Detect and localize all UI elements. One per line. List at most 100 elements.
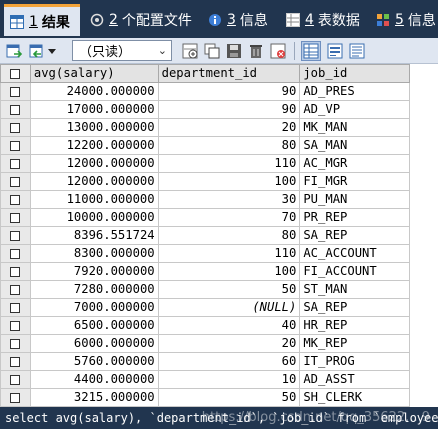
table-cell[interactable]: 110	[157, 244, 301, 263]
table-cell[interactable]: AC_ACCOUNT	[299, 244, 411, 263]
table-cell[interactable]: FI_MGR	[299, 172, 411, 191]
table-cell[interactable]: 12000.000000	[29, 172, 159, 191]
table-cell[interactable]: MK_MAN	[299, 118, 411, 137]
table-cell[interactable]: SH_CLERK	[299, 388, 411, 407]
table-row[interactable]: 4400.000000 10 AD_ASST	[0, 370, 438, 389]
table-row[interactable]: 8396.551724 80 SA_REP	[0, 226, 438, 245]
table-cell[interactable]: 13000.000000	[29, 118, 159, 137]
table-row[interactable]: 10000.000000 70 PR_REP	[0, 208, 438, 227]
table-row[interactable]: 3215.000000 50 SH_CLERK	[0, 388, 438, 407]
table-cell[interactable]: 80	[157, 136, 301, 155]
text-view-icon[interactable]	[347, 41, 367, 61]
row-checkbox[interactable]	[0, 352, 31, 371]
table-cell[interactable]: 70	[157, 208, 301, 227]
table-row[interactable]: 12200.000000 80 SA_MAN	[0, 136, 438, 155]
table-cell[interactable]: AC_MGR	[299, 154, 411, 173]
table-cell[interactable]: 10	[157, 370, 301, 389]
tab-results[interactable]: 1 结果	[4, 4, 80, 36]
table-cell[interactable]: 4400.000000	[29, 370, 159, 389]
table-cell[interactable]: 80	[157, 226, 301, 245]
save-icon[interactable]	[224, 41, 244, 61]
table-cell[interactable]: SA_REP	[299, 226, 411, 245]
table-cell[interactable]: 50	[157, 280, 301, 299]
table-row[interactable]: 12000.000000 110 AC_MGR	[0, 154, 438, 173]
table-row[interactable]: 8300.000000 110 AC_ACCOUNT	[0, 244, 438, 263]
row-checkbox[interactable]	[0, 388, 31, 407]
table-cell[interactable]: 100	[157, 262, 301, 281]
table-cell[interactable]: FI_ACCOUNT	[299, 262, 411, 281]
table-cell[interactable]: IT_PROG	[299, 352, 411, 371]
row-checkbox[interactable]	[0, 100, 31, 119]
duplicate-row-icon[interactable]	[202, 41, 222, 61]
row-checkbox[interactable]	[0, 316, 31, 335]
table-cell[interactable]: AD_ASST	[299, 370, 411, 389]
table-cell[interactable]: 12000.000000	[29, 154, 159, 173]
tab-profiles[interactable]: 2 个配置文件	[84, 4, 200, 36]
row-checkbox[interactable]	[0, 334, 31, 353]
table-row[interactable]: 7920.000000 100 FI_ACCOUNT	[0, 262, 438, 281]
table-cell[interactable]: 20	[157, 334, 301, 353]
row-checkbox[interactable]	[0, 298, 31, 317]
table-cell[interactable]: 7000.000000	[29, 298, 159, 317]
insert-row-icon[interactable]	[180, 41, 200, 61]
table-cell[interactable]: ST_MAN	[299, 280, 411, 299]
import-icon[interactable]	[27, 41, 47, 61]
row-checkbox[interactable]	[0, 280, 31, 299]
table-cell[interactable]: AD_VP	[299, 100, 411, 119]
table-cell[interactable]: 40	[157, 316, 301, 335]
table-cell[interactable]: SA_REP	[299, 298, 411, 317]
select-all-checkbox[interactable]	[0, 64, 31, 83]
table-cell[interactable]: 12200.000000	[29, 136, 159, 155]
table-cell[interactable]: 20	[157, 118, 301, 137]
table-cell[interactable]: 8300.000000	[29, 244, 159, 263]
table-row[interactable]: 17000.000000 90 AD_VP	[0, 100, 438, 119]
row-checkbox[interactable]	[0, 118, 31, 137]
row-checkbox[interactable]	[0, 208, 31, 227]
row-checkbox[interactable]	[0, 244, 31, 263]
table-cell[interactable]: 7920.000000	[29, 262, 159, 281]
view-mode-select[interactable]: （只读） ⌄	[72, 40, 172, 61]
table-row[interactable]: 13000.000000 20 MK_MAN	[0, 118, 438, 137]
table-cell[interactable]: MK_REP	[299, 334, 411, 353]
table-cell[interactable]: 10000.000000	[29, 208, 159, 227]
export-icon[interactable]	[4, 41, 24, 61]
row-checkbox[interactable]	[0, 172, 31, 191]
column-header[interactable]: job_id	[299, 64, 411, 83]
table-cell[interactable]: HR_REP	[299, 316, 411, 335]
table-row[interactable]: 24000.000000 90 AD_PRES	[0, 82, 438, 101]
tab-info[interactable]: 3 信息	[202, 4, 278, 36]
table-cell[interactable]: 6500.000000	[29, 316, 159, 335]
table-row[interactable]: 6000.000000 20 MK_REP	[0, 334, 438, 353]
table-row[interactable]: 12000.000000 100 FI_MGR	[0, 172, 438, 191]
table-cell[interactable]: PU_MAN	[299, 190, 411, 209]
table-row[interactable]: 11000.000000 30 PU_MAN	[0, 190, 438, 209]
grid-view-icon[interactable]	[301, 41, 321, 61]
column-header[interactable]: avg(salary)	[29, 64, 159, 83]
table-cell[interactable]: SA_MAN	[299, 136, 411, 155]
dropdown-icon[interactable]	[46, 41, 58, 61]
tab-info-2[interactable]: 5 信息	[370, 4, 438, 36]
row-checkbox[interactable]	[0, 82, 31, 101]
table-cell[interactable]: 110	[157, 154, 301, 173]
table-cell[interactable]: 60	[157, 352, 301, 371]
table-row[interactable]: 5760.000000 60 IT_PROG	[0, 352, 438, 371]
table-cell[interactable]: AD_PRES	[299, 82, 411, 101]
form-view-icon[interactable]	[325, 41, 345, 61]
table-cell[interactable]: 90	[157, 82, 301, 101]
table-cell[interactable]: 7280.000000	[29, 280, 159, 299]
row-checkbox[interactable]	[0, 226, 31, 245]
table-cell[interactable]: 100	[157, 172, 301, 191]
table-cell[interactable]: (NULL)	[157, 298, 301, 317]
row-checkbox[interactable]	[0, 136, 31, 155]
table-cell[interactable]: 50	[157, 388, 301, 407]
table-cell[interactable]: 5760.000000	[29, 352, 159, 371]
table-cell[interactable]: 90	[157, 100, 301, 119]
table-cell[interactable]: 11000.000000	[29, 190, 159, 209]
row-checkbox[interactable]	[0, 262, 31, 281]
table-cell[interactable]: 24000.000000	[29, 82, 159, 101]
table-row[interactable]: 7000.000000 (NULL) SA_REP	[0, 298, 438, 317]
row-checkbox[interactable]	[0, 370, 31, 389]
table-cell[interactable]: PR_REP	[299, 208, 411, 227]
table-row[interactable]: 6500.000000 40 HR_REP	[0, 316, 438, 335]
delete-icon[interactable]	[246, 41, 266, 61]
